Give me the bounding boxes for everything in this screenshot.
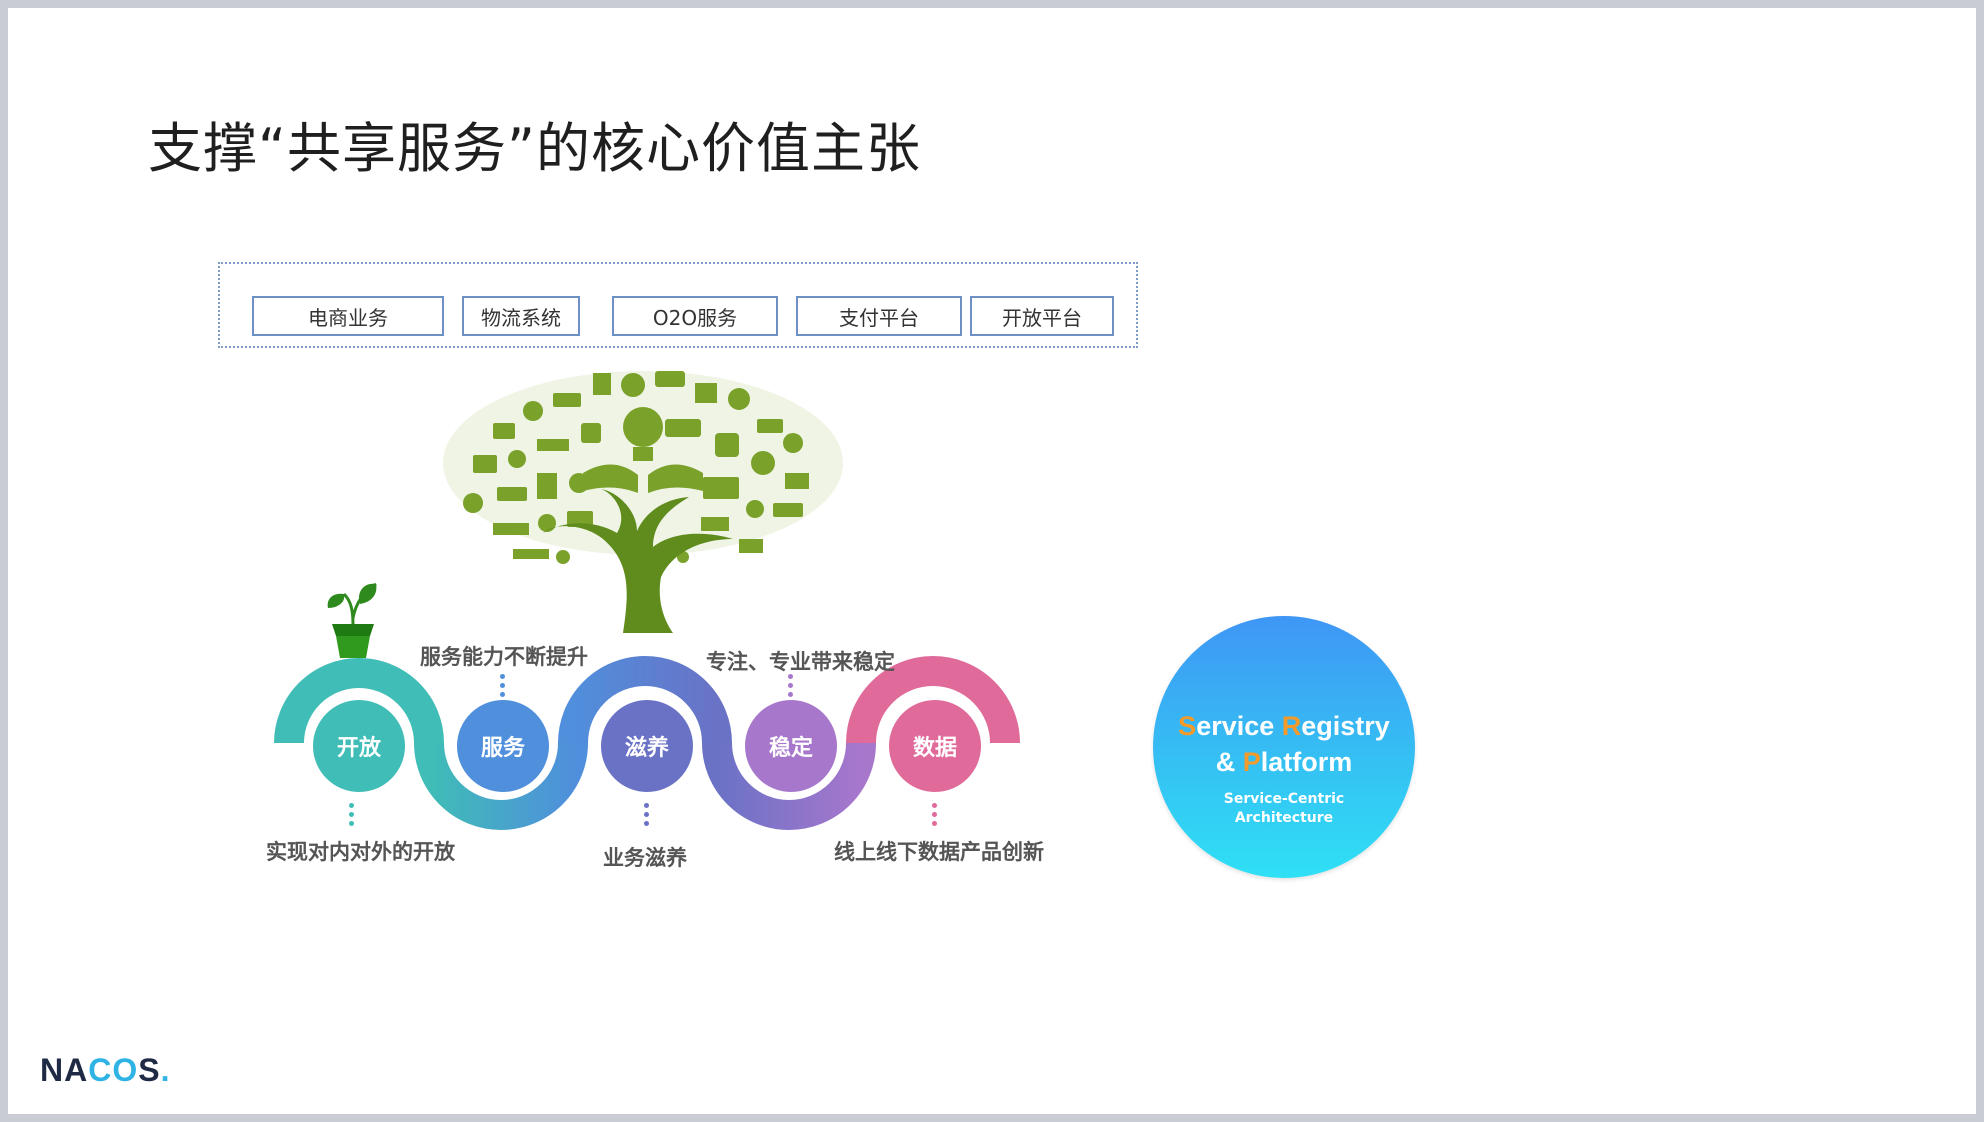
value-node-open: 开放 bbox=[313, 700, 405, 792]
value-node-stable: 稳定 bbox=[745, 700, 837, 792]
caption-nourish: 业务滋养 bbox=[603, 846, 687, 870]
badge-line1: Service Registry bbox=[1178, 711, 1390, 741]
connector-nourish bbox=[644, 803, 650, 830]
connector-service bbox=[500, 674, 506, 701]
connector-data bbox=[932, 803, 938, 830]
connector-stable bbox=[788, 674, 794, 701]
caption-data: 线上线下数据产品创新 bbox=[834, 840, 1044, 864]
nacos-logo: NACOS. bbox=[40, 1052, 171, 1088]
caption-stable: 专注、专业带来稳定 bbox=[706, 650, 895, 674]
value-node-data: 数据 bbox=[889, 700, 981, 792]
slide: 支撑“共享服务”的核心价值主张 电商业务 物流系统 O2O服务 支付平台 开放平… bbox=[8, 8, 1976, 1114]
badge-subtitle: Service-Centric Architecture bbox=[1223, 791, 1345, 826]
connector-open bbox=[349, 803, 355, 830]
value-node-service: 服务 bbox=[457, 700, 549, 792]
badge-line2: & Platform bbox=[1215, 747, 1353, 777]
caption-open: 实现对内对外的开放 bbox=[266, 840, 455, 864]
service-registry-badge: Service Registry & Platform Service-Cent… bbox=[1153, 616, 1415, 878]
value-node-nourish: 滋养 bbox=[601, 700, 693, 792]
value-wave bbox=[274, 656, 1020, 830]
caption-service: 服务能力不断提升 bbox=[420, 645, 588, 669]
